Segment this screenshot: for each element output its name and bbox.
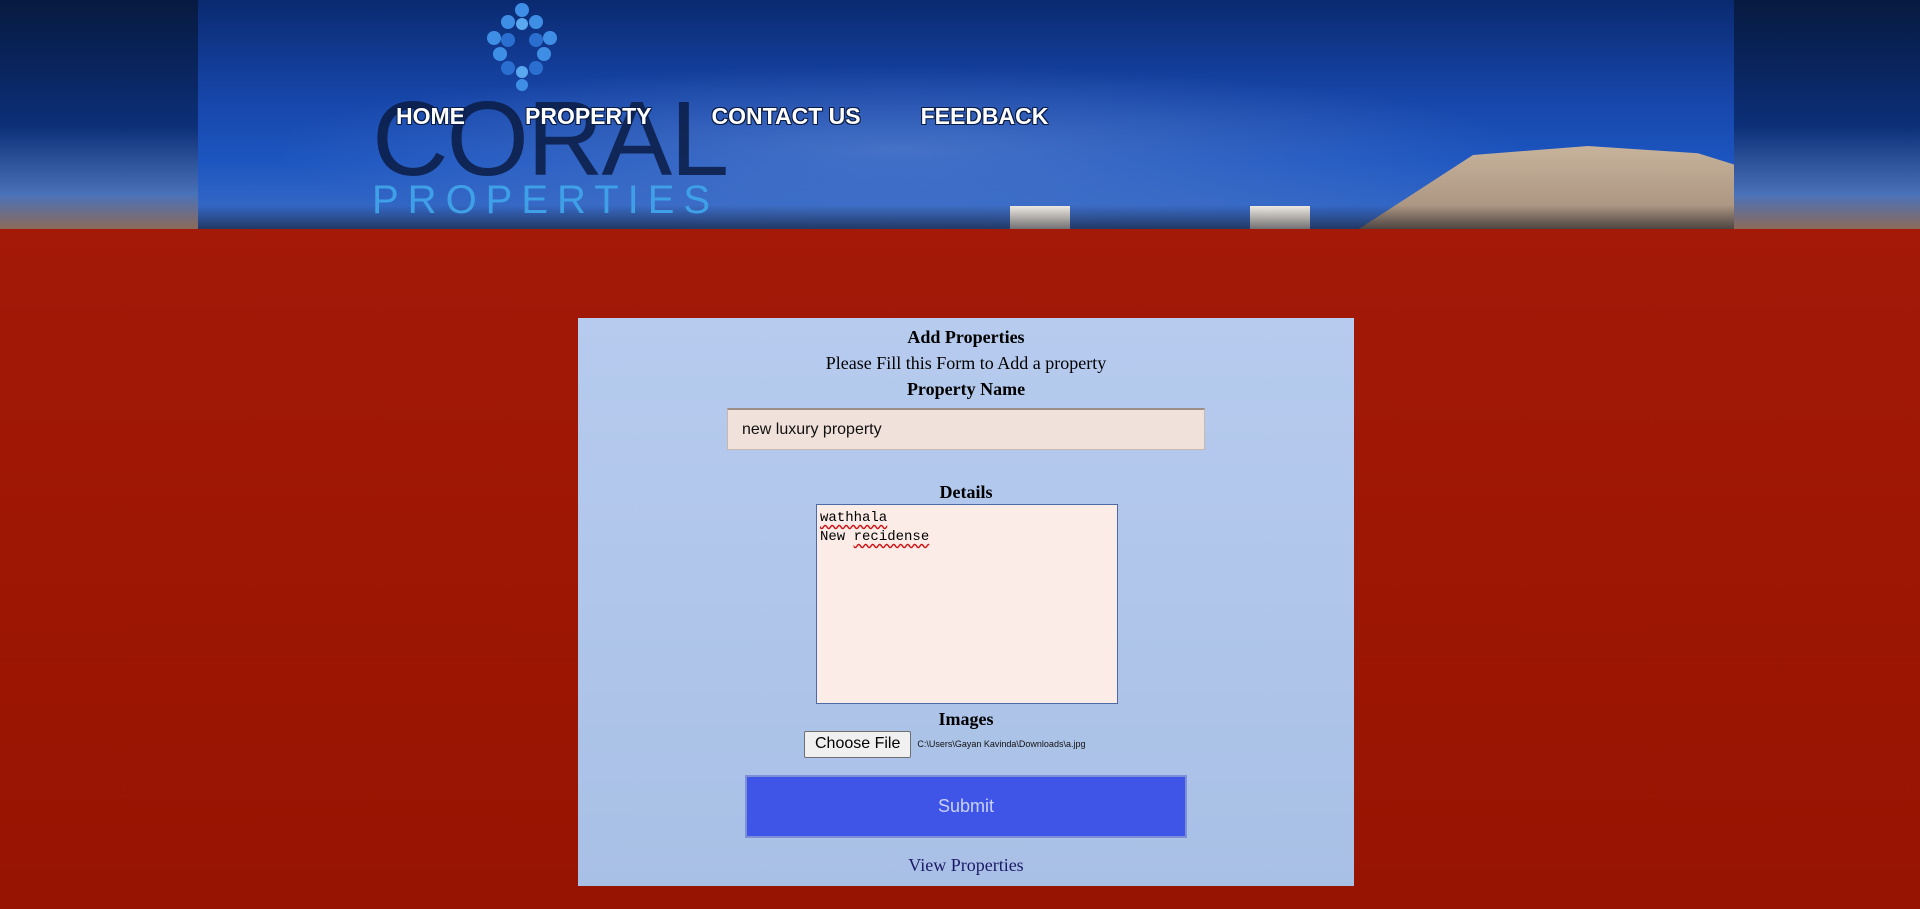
coral-logo-icon — [487, 3, 557, 91]
site-header: CORAL PROPERTIES HOME PROPERTY CONTACT U… — [0, 0, 1920, 229]
images-label: Images — [938, 709, 994, 729]
nav-contact-us[interactable]: CONTACT US — [712, 100, 861, 132]
nav-home[interactable]: HOME — [396, 100, 465, 132]
main-nav: HOME PROPERTY CONTACT US FEEDBACK — [396, 100, 1108, 132]
property-name-input[interactable] — [727, 408, 1205, 450]
view-properties-link[interactable]: View Properties — [578, 855, 1354, 876]
logo-tagline: PROPERTIES — [372, 178, 720, 222]
file-picker: Choose File C:\Users\Gayan Kavinda\Downl… — [804, 730, 1085, 758]
property-name-label: Property Name — [906, 379, 1026, 399]
choose-file-button[interactable]: Choose File — [804, 730, 912, 758]
add-property-form: Add Properties Please Fill this Form to … — [578, 318, 1354, 886]
submit-button[interactable]: Submit — [745, 775, 1187, 838]
header-backdrop-left — [0, 0, 198, 229]
details-line-2-word: recidense — [853, 529, 930, 545]
header-backdrop-right — [1734, 0, 1920, 229]
selected-file-path: C:\Users\Gayan Kavinda\Downloads\a.jpg — [917, 739, 1086, 749]
details-line-2-prefix: New — [820, 529, 854, 545]
details-line-1: wathhala — [820, 510, 888, 526]
nav-property[interactable]: PROPERTY — [525, 100, 652, 132]
details-textarea[interactable]: wathhala New recidense — [816, 504, 1118, 704]
form-title: Add Properties — [907, 327, 1025, 347]
nav-feedback[interactable]: FEEDBACK — [921, 100, 1049, 132]
details-label: Details — [939, 482, 993, 502]
form-subtitle: Please Fill this Form to Add a property — [825, 353, 1107, 373]
